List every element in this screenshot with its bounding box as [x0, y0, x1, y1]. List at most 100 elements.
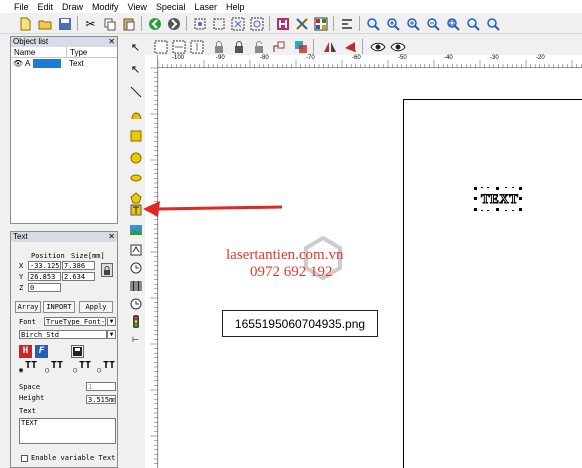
save-icon[interactable]	[56, 15, 73, 32]
barcode-icon[interactable]	[128, 278, 143, 293]
color-pick-icon[interactable]	[292, 38, 309, 55]
text-align-icon: TT	[51, 360, 64, 371]
zoom-in-icon[interactable]	[404, 15, 421, 32]
menu-draw[interactable]: Draw	[62, 2, 83, 12]
parameters-icon[interactable]	[312, 15, 329, 32]
unlock-icon[interactable]	[250, 38, 267, 55]
red-light-eye-icon[interactable]	[389, 38, 406, 55]
close-icon[interactable]: ✕	[108, 37, 115, 47]
group-icon[interactable]	[229, 15, 246, 32]
inport-button[interactable]: INPORT	[43, 301, 75, 313]
ungroup-icon[interactable]	[248, 15, 265, 32]
text-object[interactable]: TEXT	[474, 187, 522, 211]
back-icon[interactable]	[146, 15, 163, 32]
zoom-fit-icon[interactable]	[444, 15, 461, 32]
lock-icon[interactable]	[101, 263, 113, 277]
chevron-down-icon[interactable]: ▼	[107, 330, 116, 339]
column-name-header[interactable]: Name	[11, 47, 67, 57]
hatch-font-icon[interactable]: H	[19, 345, 32, 358]
anchor-icon[interactable]	[270, 38, 287, 55]
node-edit-icon[interactable]	[191, 15, 208, 32]
io-output-icon[interactable]: ⊢	[128, 332, 143, 347]
curve-icon[interactable]	[128, 106, 143, 121]
radio-button[interactable]: ◉	[19, 366, 23, 374]
radio-button[interactable]: ○	[45, 366, 49, 374]
circle-icon[interactable]	[128, 150, 143, 165]
text-align-icon: TT	[79, 360, 92, 371]
bitmap-icon[interactable]	[128, 222, 143, 237]
snap-guide-icon[interactable]	[188, 38, 205, 55]
column-type-header[interactable]: Type	[67, 47, 87, 57]
ruler-label: -50	[398, 55, 407, 61]
close-icon[interactable]: ✕	[108, 232, 115, 242]
cut-icon[interactable]: ✂	[82, 15, 99, 32]
apply-button[interactable]: Apply	[79, 301, 113, 313]
lock-icon[interactable]	[230, 38, 247, 55]
ruler-label: -30	[490, 55, 499, 61]
radio-button[interactable]: ○	[73, 366, 77, 374]
z-position-field[interactable]: 0	[28, 283, 61, 292]
y-size-field[interactable]: 2.634	[62, 272, 95, 281]
tools-icon[interactable]	[293, 15, 310, 32]
height-field[interactable]: 3.515mm	[86, 395, 116, 404]
snap-grid-icon[interactable]	[152, 38, 169, 55]
select-arrow-icon[interactable]: ↖	[128, 40, 143, 55]
list-item[interactable]: 👁 A Text	[11, 58, 117, 69]
paste-icon[interactable]	[120, 15, 137, 32]
mirror-vertical-icon[interactable]	[341, 38, 358, 55]
lock-icon[interactable]	[210, 38, 227, 55]
space-field[interactable]: 1	[86, 382, 116, 391]
zoom-in-icon[interactable]	[384, 15, 401, 32]
menu-view[interactable]: View	[128, 2, 147, 12]
font-name-select[interactable]: Birch Std	[19, 330, 107, 339]
line-icon[interactable]	[128, 84, 143, 99]
copy-icon[interactable]	[101, 15, 118, 32]
zoom-page-icon[interactable]	[464, 15, 481, 32]
save-icon[interactable]	[71, 345, 84, 358]
work-area-boundary	[403, 99, 582, 468]
menu-special[interactable]: Special	[156, 2, 186, 12]
text-panel-title: Text	[13, 232, 28, 241]
forward-icon[interactable]	[165, 15, 182, 32]
menu-file[interactable]: File	[14, 2, 29, 12]
rectangle-icon[interactable]	[128, 128, 143, 143]
menu-edit[interactable]: Edit	[38, 2, 54, 12]
delay-icon[interactable]	[128, 296, 143, 311]
node-select-icon[interactable]: ↖	[128, 62, 143, 77]
y-position-field[interactable]: 26.853	[28, 272, 61, 281]
menu-modify[interactable]: Modify	[92, 2, 119, 12]
horizontal-ruler: -100 -90 -80 -70 -60 -50 -40 -30 -20	[158, 55, 582, 68]
ellipse-icon[interactable]	[128, 170, 143, 185]
mirror-horizontal-icon[interactable]	[321, 38, 338, 55]
y-label: Y	[19, 273, 24, 281]
zoom-selection-icon[interactable]	[484, 15, 501, 32]
select-all-icon[interactable]	[210, 15, 227, 32]
radio-button[interactable]: ○	[97, 366, 101, 374]
enable-variable-checkbox[interactable]	[21, 455, 28, 462]
array-button[interactable]: Array	[15, 301, 41, 313]
menu-help[interactable]: Help	[226, 2, 245, 12]
x-label: X	[19, 262, 24, 270]
hatch-icon[interactable]	[274, 15, 291, 32]
vector-file-icon[interactable]	[128, 242, 143, 257]
snap-node-icon[interactable]	[170, 38, 187, 55]
font-style-icon[interactable]: F	[35, 345, 48, 358]
menu-laser[interactable]: Laser	[194, 2, 217, 12]
object-list-title: Object list	[13, 37, 49, 46]
align-icon[interactable]	[338, 15, 355, 32]
selection-highlight	[33, 59, 61, 68]
time-text-icon[interactable]	[128, 260, 143, 275]
watermark-phone: 0972 692 192	[250, 264, 333, 280]
font-type-select[interactable]: TrueType Font-2	[44, 317, 106, 326]
text-content-field[interactable]: TEXT	[19, 418, 116, 444]
chevron-down-icon[interactable]: ▼	[107, 317, 116, 326]
zoom-out-icon[interactable]	[424, 15, 441, 32]
io-input-icon[interactable]	[128, 314, 143, 329]
preview-eye-icon[interactable]	[369, 38, 386, 55]
zoom-icon[interactable]	[364, 15, 381, 32]
open-folder-icon[interactable]	[36, 15, 53, 32]
new-file-icon[interactable]	[16, 15, 33, 32]
eye-icon[interactable]: 👁	[11, 58, 25, 69]
x-size-field[interactable]: 7.386	[62, 261, 95, 270]
x-position-field[interactable]: -33.125	[28, 261, 61, 270]
